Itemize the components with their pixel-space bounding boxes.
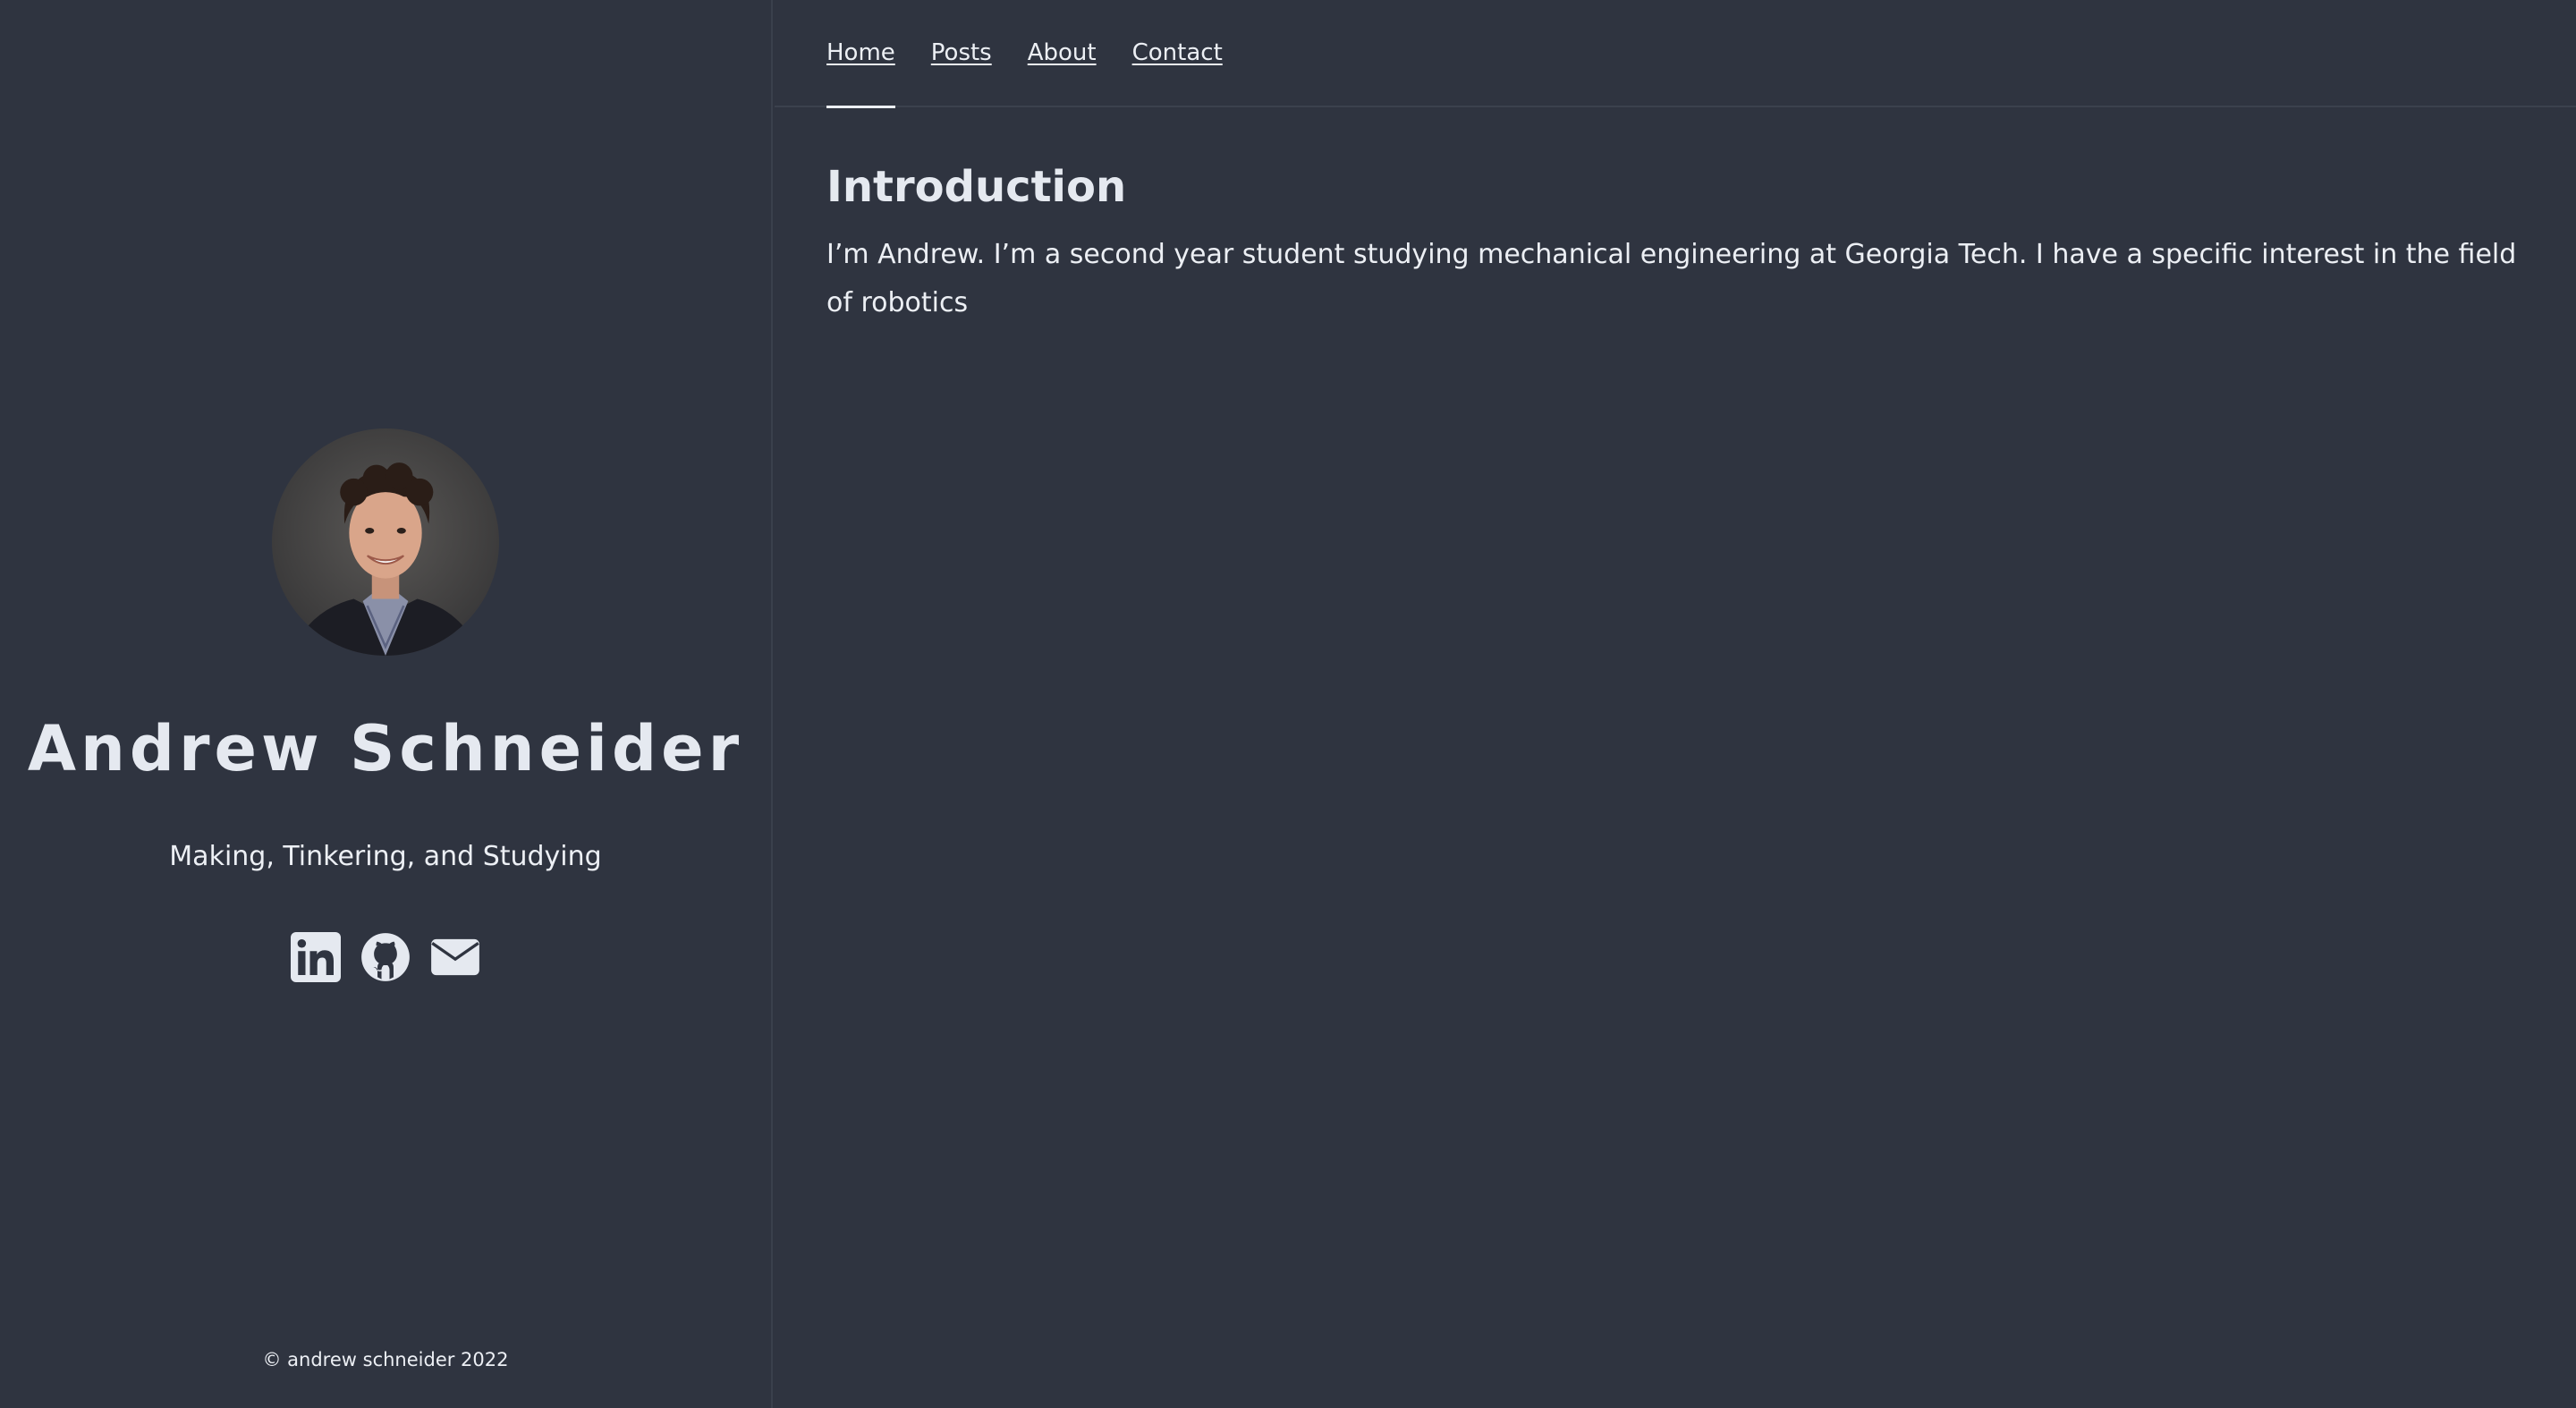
linkedin-link[interactable] [291,932,341,982]
linkedin-icon [291,932,341,982]
avatar [272,428,499,656]
github-icon [361,933,410,981]
nav-contact[interactable]: Contact [1132,39,1223,66]
github-link[interactable] [360,932,411,982]
top-navigation: Home Posts About Contact [775,0,2576,108]
main-content: Home Posts About Contact Introduction I’… [775,0,2576,1408]
nav-posts[interactable]: Posts [931,39,992,66]
sidebar: Andrew Schneider Making, Tinkering, and … [0,0,773,1408]
profile-photo [290,462,481,656]
email-link[interactable] [430,932,480,982]
mail-icon [431,938,479,976]
intro-heading: Introduction [826,162,1127,212]
intro-section: Introduction I’m Andrew. I’m a second ye… [826,157,2526,327]
footer-copyright: © andrew schneider 2022 [262,1349,509,1370]
intro-paragraph: I’m Andrew. I’m a second year student st… [826,239,2517,318]
social-links [0,932,771,982]
nav-list: Home Posts About Contact [826,39,1223,108]
site-tagline: Making, Tinkering, and Studying [169,841,602,872]
nav-home[interactable]: Home [826,39,895,108]
site-title: Andrew Schneider [27,712,744,785]
nav-about[interactable]: About [1028,39,1097,66]
page: Andrew Schneider Making, Tinkering, and … [0,0,2576,1408]
